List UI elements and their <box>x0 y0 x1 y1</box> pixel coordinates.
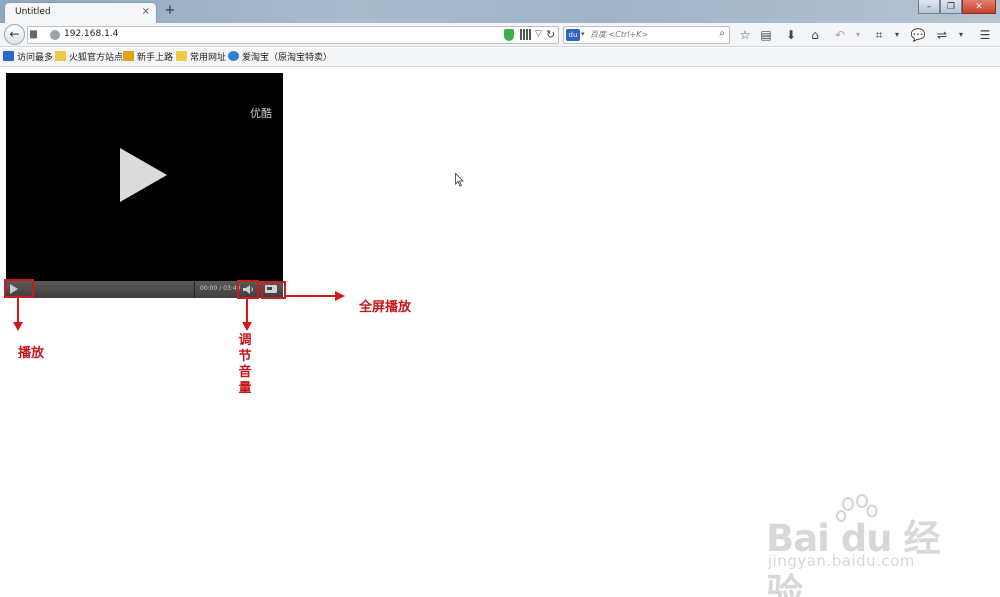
reload-icon[interactable]: ↻ <box>546 28 555 41</box>
folder-icon <box>55 51 66 61</box>
search-icon[interactable]: ⌕ <box>719 28 725 39</box>
big-play-icon[interactable] <box>120 148 167 202</box>
bookmarks-list-icon[interactable]: ▤ <box>758 27 774 43</box>
play-arrowhead <box>13 322 23 331</box>
nav-toolbar: ← ▆ 192.168.1.4 ▽ ↻ du ▾ 百度 <Ctrl+K> ⌕ ☆… <box>0 23 1000 47</box>
globe-icon <box>50 30 60 40</box>
bookmark-label: 新手上路 <box>137 53 174 63</box>
tab-untitled[interactable]: Untitled × <box>4 2 157 24</box>
search-bar[interactable]: du ▾ 百度 <Ctrl+K> ⌕ <box>563 26 730 44</box>
volume-arrowhead <box>242 322 252 331</box>
bookmark-label: 火狐官方站点 <box>69 53 124 63</box>
volume-annotation-label: 调 节 音 量 <box>237 333 253 397</box>
baidu-jingyan-watermark: Bai du 经验 jingyan.baidu.com <box>766 494 956 597</box>
bookmark-star-icon[interactable]: ☆ <box>737 27 753 43</box>
url-bar[interactable]: ▆ 192.168.1.4 ▽ ↻ <box>27 26 559 44</box>
volume-arrow-line <box>246 299 248 324</box>
volume-annotation-char: 量 <box>238 381 252 396</box>
page-info-icon[interactable]: ▆ <box>30 29 42 41</box>
volume-highlight-box <box>237 280 259 299</box>
time-display: 00:00 / 03:40 <box>194 281 241 298</box>
folder-icon <box>176 51 187 61</box>
shield-icon[interactable] <box>504 29 514 41</box>
crop-icon[interactable]: ⌗ <box>871 27 887 43</box>
tab-close-icon[interactable]: × <box>142 6 150 17</box>
undo-icon[interactable]: ↶ <box>832 27 848 43</box>
url-text[interactable]: 192.168.1.4 <box>64 29 118 39</box>
home-icon[interactable]: ⌂ <box>807 27 823 43</box>
browser-window: Untitled × + – ❐ ✕ ← ▆ 192.168.1.4 ▽ ↻ d… <box>0 0 1000 597</box>
fullscreen-arrow-line <box>286 295 336 297</box>
search-engine-dropdown-icon[interactable]: ▾ <box>581 30 585 38</box>
volume-annotation-char: 节 <box>238 349 252 364</box>
folder-icon <box>3 51 14 61</box>
taobao-icon <box>228 51 239 61</box>
bing-icon <box>123 51 134 61</box>
tab-strip: Untitled × + – ❐ ✕ <box>0 0 1000 24</box>
mouse-cursor-icon <box>455 173 464 187</box>
new-tab-button[interactable]: + <box>163 3 177 19</box>
volume-annotation-char: 调 <box>238 333 252 348</box>
baidu-paw-icon[interactable]: du <box>566 29 580 41</box>
play-arrow-line <box>17 298 19 324</box>
fullscreen-arrowhead <box>335 291 345 301</box>
sync-icon[interactable]: ⇌ <box>934 27 950 43</box>
bookmark-getting-started[interactable]: 新手上路 <box>123 51 173 64</box>
restore-icon[interactable]: ❐ <box>940 0 962 14</box>
youku-watermark: 优酷 <box>250 107 272 120</box>
bookmark-label: 常用网址 <box>190 53 227 63</box>
video-player[interactable]: 优酷 00:00 / 03:40 <box>6 73 283 298</box>
qr-code-icon[interactable] <box>520 29 531 40</box>
time-text: 00:00 / 03:40 <box>200 285 241 292</box>
fullscreen-annotation-label: 全屏播放 <box>359 300 412 315</box>
chat-bubble-icon[interactable]: 💬 <box>910 27 926 43</box>
volume-annotation-char: 音 <box>238 365 252 380</box>
bookmark-label: 爱淘宝（原淘宝特卖） <box>242 53 333 63</box>
bookmark-common-sites[interactable]: 常用网址 <box>176 51 226 64</box>
undo-dropdown-icon[interactable]: ▾ <box>850 27 866 43</box>
crop-dropdown-icon[interactable]: ▾ <box>889 27 905 43</box>
minimize-icon[interactable]: – <box>918 0 940 14</box>
bookmark-firefox-official[interactable]: 火狐官方站点 <box>55 51 123 64</box>
play-annotation-label: 播放 <box>18 346 45 361</box>
download-icon[interactable]: ⬇ <box>783 27 799 43</box>
back-button[interactable]: ← <box>4 24 25 45</box>
bookmarks-toolbar: 访问最多 火狐官方站点 新手上路 常用网址 爱淘宝（原淘宝特卖） <box>0 48 1000 67</box>
search-input[interactable]: 百度 <Ctrl+K> <box>590 29 648 40</box>
sync-dropdown-icon[interactable]: ▾ <box>953 27 969 43</box>
window-controls: – ❐ ✕ <box>918 0 996 14</box>
bookmark-aitaobao[interactable]: 爱淘宝（原淘宝特卖） <box>228 51 332 64</box>
bookmark-label: 访问最多 <box>17 53 54 63</box>
close-window-icon[interactable]: ✕ <box>962 0 996 14</box>
fullscreen-highlight-box <box>261 281 286 299</box>
menu-icon[interactable]: ☰ <box>977 27 993 43</box>
play-highlight-box <box>4 279 34 298</box>
bookmark-most-visited[interactable]: 访问最多 <box>3 51 53 64</box>
tab-title: Untitled <box>15 7 51 17</box>
watermark-url: jingyan.baidu.com <box>768 552 915 570</box>
dropdown-arrow-icon[interactable]: ▽ <box>535 29 542 39</box>
